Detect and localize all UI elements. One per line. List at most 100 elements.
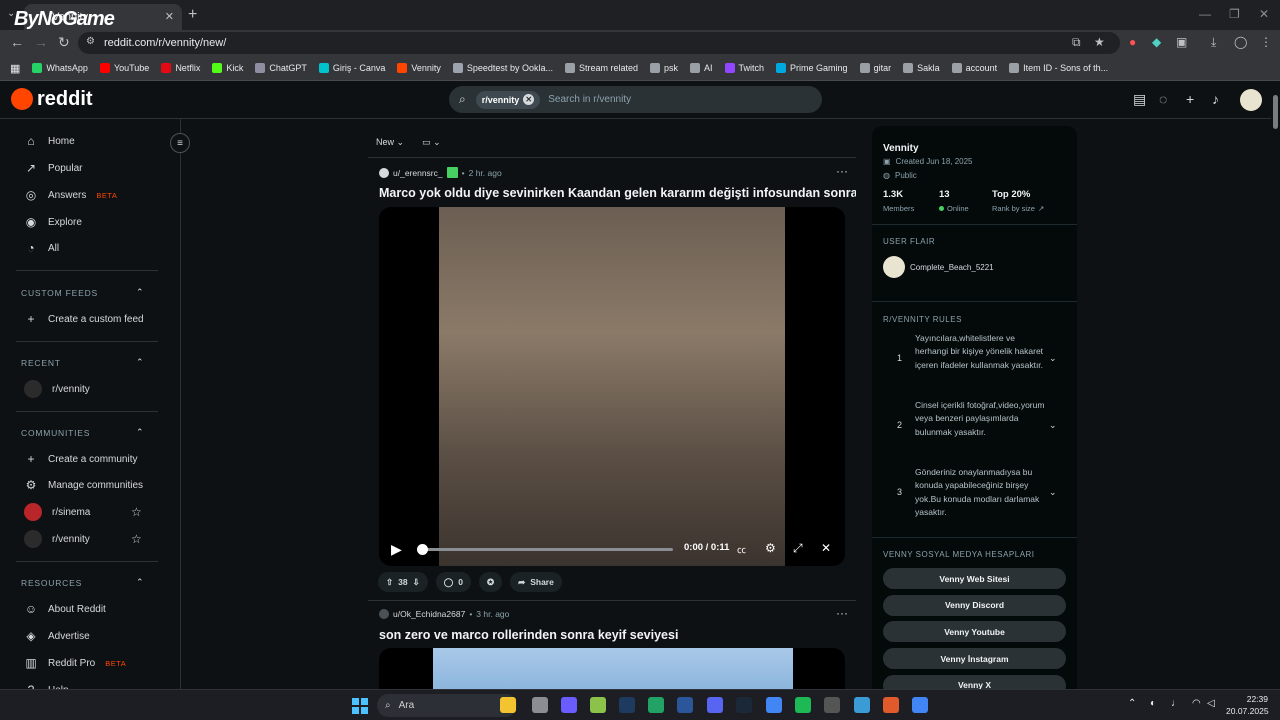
search-community-chip[interactable]: r/vennity ✕ [475,90,541,109]
comments-button[interactable]: ◯ 0 [435,572,471,592]
post-options-icon[interactable]: ··· [836,164,848,178]
bookmark-item[interactable]: psk [650,63,678,73]
sidebar-item-answers[interactable]: ◎ Answers BETA [24,185,117,205]
reddit-logo-icon[interactable] [11,88,33,110]
bookmark-star-icon[interactable]: ★ [1094,35,1105,49]
sidebar-item-explore[interactable]: ◉ Explore [24,212,82,232]
author-avatar[interactable] [379,609,389,619]
flair-username[interactable]: Complete_Beach_5221 [910,263,994,272]
bookmark-item[interactable]: Prime Gaming [776,63,848,73]
sidebar-item-home[interactable]: ⌂ Home [24,131,74,151]
cast-icon[interactable]: ⧉ [1072,35,1081,50]
post-title[interactable]: Marco yok oldu diye sevinirken Kaandan g… [379,186,856,200]
windows-start-icon[interactable] [352,698,368,714]
section-collapse-icon[interactable]: ⌃ [136,357,144,368]
post-options-icon[interactable]: ··· [836,606,848,620]
bookmark-item[interactable]: Twitch [724,63,764,73]
post-author[interactable]: u/Ok_Echidna2687 [393,609,465,619]
settings-gear-icon[interactable]: ⚙ [765,541,776,555]
rule-text[interactable]: Cinsel içerikli fotoğraf,video,yorum vey… [915,399,1045,439]
spotify-icon[interactable] [795,697,811,713]
word-icon[interactable] [677,697,693,713]
tab-close-icon[interactable]: ✕ [165,10,174,23]
davinci-icon[interactable] [619,697,635,713]
new-tab-icon[interactable]: + [188,6,197,24]
steam-tray-icon[interactable]: ◐ [1150,698,1156,709]
rule-text[interactable]: Yayıncılara,whitelistlere ve herhangi bi… [915,332,1045,372]
author-avatar[interactable] [379,167,389,178]
chrome-icon[interactable] [766,697,782,713]
reddit-wordmark[interactable]: reddit [37,88,93,111]
social-link-button[interactable]: Venny İnstagram [883,648,1066,670]
sidebar-resource[interactable]: ☺ About Reddit [24,599,106,619]
rule-expand-icon[interactable]: ⌄ [1049,487,1057,498]
sidebar-community[interactable]: r/sinema [24,502,90,522]
taskbar-clock[interactable]: 22:39 20.07.2025 [1226,693,1269,717]
volume-icon[interactable]: ◁ [1207,698,1215,709]
section-collapse-icon[interactable]: ⌃ [136,427,144,438]
task-view-icon[interactable] [532,697,548,713]
sidebar-collapse-icon[interactable]: ≡ [170,133,190,153]
social-link-button[interactable]: Venny Discord [883,594,1066,616]
play-icon[interactable]: ▶ [391,541,402,558]
favorite-star-icon[interactable]: ☆ [131,505,142,519]
url-input[interactable]: reddit.com/r/vennity/new/ [78,32,1120,54]
share-button[interactable]: ➦ Share [510,572,562,592]
discord-icon[interactable] [707,697,723,713]
bookmark-item[interactable]: account [951,63,997,73]
sidebar-item-popular[interactable]: ↗ Popular [24,158,83,178]
bookmark-item[interactable]: Stream related [564,63,638,73]
app-icon[interactable] [854,697,870,713]
bookmark-item[interactable]: AI [690,63,713,73]
obs-icon[interactable] [883,697,899,713]
post-author[interactable]: u/_erennsrc_ [393,168,443,178]
section-collapse-icon[interactable]: ⌃ [136,287,144,298]
sidebar-item-all[interactable]: ◔ All [24,238,59,258]
bookmark-item[interactable]: Vennity [397,63,441,73]
award-button[interactable]: ✪ [478,572,503,592]
sidebar-community[interactable]: r/vennity [24,529,90,549]
notifications-bell-icon[interactable]: ♪ [1212,91,1219,107]
social-link-button[interactable]: Venny Web Sitesi [883,568,1066,589]
bookmark-item[interactable]: Item ID - Sons of th... [1009,63,1108,73]
rank-label[interactable]: Rank by size ↗ [992,204,1044,213]
extensions-puzzle-icon[interactable]: ▣ [1176,35,1187,49]
copilot-app-icon[interactable] [561,697,577,713]
tray-chevron-icon[interactable]: ⌃ [1128,698,1136,709]
section-collapse-icon[interactable]: ⌃ [136,577,144,588]
post-media[interactable] [379,648,845,689]
reload-icon[interactable]: ↻ [58,34,70,51]
post-title[interactable]: son zero ve marco rollerinden sonra keyi… [379,628,678,642]
chip-remove-icon[interactable]: ✕ [523,94,535,105]
video-progress-track[interactable] [419,548,673,551]
bookmark-item[interactable]: Sakla [903,63,940,73]
minimize-icon[interactable]: — [1199,7,1211,21]
profile-icon[interactable]: ◯ [1234,35,1247,49]
sidebar-resource[interactable]: ◈ Advertise [24,626,89,646]
fullscreen-icon[interactable]: ⤢ [793,541,803,556]
maximize-icon[interactable]: ❐ [1229,7,1240,21]
back-icon[interactable]: ← [10,34,24,50]
favorite-star-icon[interactable]: ☆ [131,532,142,546]
paint-icon[interactable] [590,697,606,713]
bookmark-item[interactable]: ChatGPT [255,63,307,73]
sort-dropdown[interactable]: New ⌄ [376,137,404,148]
steam-icon[interactable] [736,697,752,713]
advertise-icon[interactable]: ▤ [1133,91,1146,108]
download-icon[interactable]: ⤓ [1211,35,1216,50]
apps-grid-icon[interactable]: ▦ [10,62,20,75]
manage-communities-button[interactable]: ⚙ Manage communities [24,475,143,495]
bookmark-item[interactable]: Giriş - Canva [318,63,385,73]
chat-icon[interactable]: ◌ [1159,91,1167,107]
bookmark-item[interactable]: Speedtest by Ookla... [452,63,553,73]
menu-kebab-icon[interactable]: ⋮ [1260,35,1272,49]
mute-icon[interactable]: ✕ [821,541,831,555]
bookmark-item[interactable]: YouTube [99,63,149,73]
page-scrollbar[interactable] [1271,81,1280,689]
extension-icon[interactable]: ◆ [1152,35,1161,49]
social-link-button[interactable]: Venny X [883,674,1066,689]
create-community-button[interactable]: + Create a community [24,449,137,469]
excel-icon[interactable] [648,697,664,713]
bookmark-item[interactable]: WhatsApp [32,63,88,73]
bookmark-item[interactable]: gitar [859,63,891,73]
